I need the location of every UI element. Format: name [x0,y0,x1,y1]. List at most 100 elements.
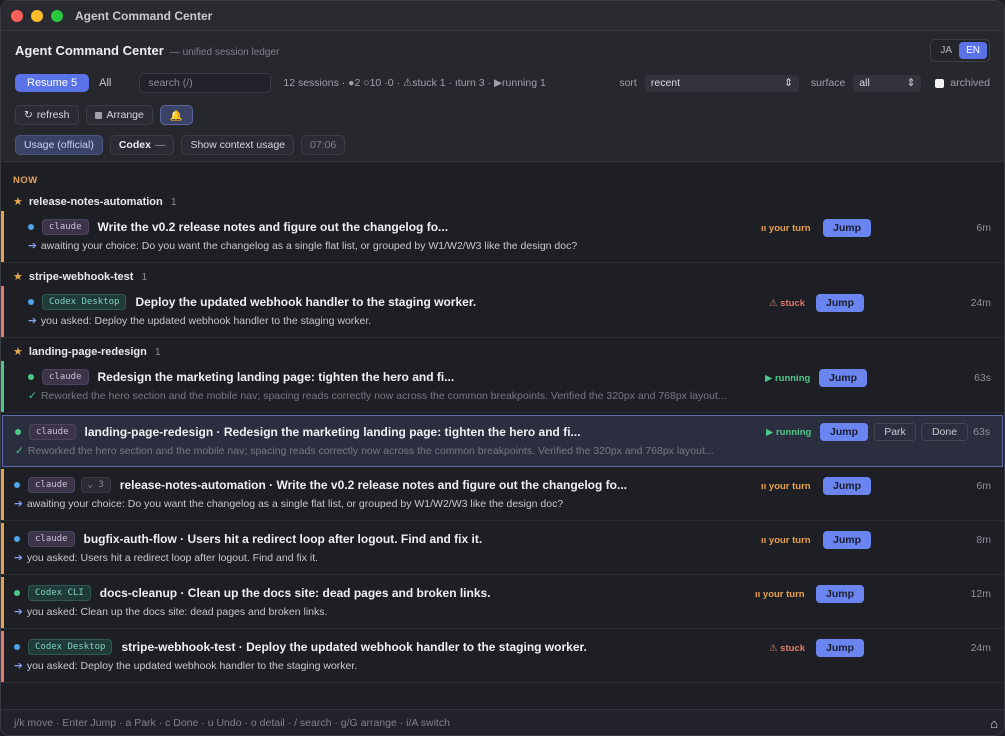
session-row[interactable]: claude ⌄ 3 release-notes-automation · Wr… [1,469,1004,521]
age: 6m [976,222,991,234]
jump-button[interactable]: Jump [823,477,871,495]
archived-label: archived [950,77,990,89]
jump-button[interactable]: Jump [816,585,864,603]
age: 24m [970,642,991,654]
age: 12m [970,588,991,600]
agent-badge: Codex Desktop [28,639,113,655]
arrow-right-icon: ➔ [14,552,23,564]
session-count-badge: ⌄ 3 [80,477,111,493]
status-label: ıı your turn [755,589,805,600]
group-header[interactable]: ★ release-notes-automation 1 [13,195,177,209]
session-row[interactable]: claude bugfix-auth-flow · Users hit a re… [1,523,1004,575]
arrow-right-icon: ➔ [28,315,37,327]
park-button[interactable]: Park [874,423,916,441]
app-name: Agent Command Center [15,43,164,58]
agent-badge: Codex Desktop [42,294,127,310]
status-label: ▶ running [766,427,812,438]
codex-label: Codex [118,139,151,151]
status-label: ıı your turn [761,535,811,546]
group-count: 1 [170,195,177,208]
age: 8m [976,534,991,546]
keyboard-hints: j/k move · Enter Jump · a Park · c Done … [1,709,1004,735]
status-dot [14,590,20,596]
done-button[interactable]: Done [921,423,968,441]
minimize-window-button[interactable] [31,9,43,22]
agent-badge: claude [29,424,76,440]
show-context-usage-button[interactable]: Show context usage [181,135,294,155]
chevron-updown-icon: ⇕ [784,77,793,89]
arrow-right-icon: ➔ [14,606,23,618]
zoom-window-button[interactable] [51,9,63,22]
codex-usage-chip[interactable]: Codex — [109,135,175,155]
codex-value: — [154,139,166,151]
surface-value: all [859,77,870,89]
star-icon: ★ [13,346,23,358]
search-input[interactable]: search (/) [139,73,272,93]
session-row[interactable]: claude Write the v0.2 release notes and … [1,211,1004,263]
session-row[interactable]: Codex CLI docs-cleanup · Clean up the do… [1,577,1004,629]
status-dot [28,224,34,230]
check-icon: ✓ [15,445,24,457]
arrange-button[interactable]: Arrange [85,105,153,125]
usage-button[interactable]: Usage (official) [15,135,103,155]
group-header[interactable]: ★ landing-page-redesign 1 [13,345,161,359]
session-title: landing-page-redesign · Redesign the mar… [84,425,581,439]
surface-select[interactable]: all ⇕ [853,74,922,92]
lang-en-button[interactable]: EN [959,42,987,59]
group-name: release-notes-automation [28,195,163,208]
session-row[interactable]: claude Redesign the marketing landing pa… [1,361,1004,413]
session-row[interactable]: Codex Desktop stripe-webhook-test · Depl… [1,631,1004,683]
close-window-button[interactable] [11,9,23,22]
jump-button[interactable]: Jump [816,294,864,312]
cursor-icon: ⌂ [990,716,998,731]
session-count: 3 [98,480,104,490]
age: 24m [970,297,991,309]
session-detail: awaiting your choice: Do you want the ch… [26,498,564,510]
resume-filter-button[interactable]: Resume 5 [15,74,90,92]
arrow-right-icon: ➔ [14,660,23,672]
sort-label: sort [619,77,637,89]
jump-button[interactable]: Jump [823,219,871,237]
group-header[interactable]: ★ stripe-webhook-test 1 [13,270,147,284]
square-icon [94,111,102,119]
bell-icon: 🔔 [169,109,183,122]
group-name: stripe-webhook-test [28,270,134,283]
section-label: NOW [13,175,38,186]
refresh-button[interactable]: ↻ refresh [15,105,79,125]
status-dot [14,536,20,542]
header: Agent Command Center — unified session l… [1,31,1004,162]
jump-button[interactable]: Jump [819,369,867,387]
all-filter-button[interactable]: All [89,74,121,92]
jump-button[interactable]: Jump [823,531,871,549]
arrange-label: Arrange [106,109,144,121]
sort-value: recent [650,77,681,89]
session-detail: Reworked the hero section and the mobile… [40,390,727,402]
session-stats: 12 sessions · ●2 ○10 ·0 · ⚠stuck 1 · ıtu… [283,77,546,89]
lang-ja-button[interactable]: JA [933,42,959,59]
status-dot [28,299,34,305]
star-icon: ★ [13,271,23,283]
notifications-button[interactable]: 🔔 [159,105,193,125]
agent-badge: claude [42,369,89,385]
session-row[interactable]: Codex Desktop Deploy the updated webhook… [1,286,1004,338]
arrow-right-icon: ➔ [28,240,37,252]
group-count: 1 [154,345,161,358]
jump-button[interactable]: Jump [816,639,864,657]
status-label: ⚠ stuck [769,643,805,654]
window-title: Agent Command Center [75,8,213,23]
archived-checkbox[interactable] [935,78,945,88]
titlebar: Agent Command Center [1,1,1004,31]
clock: 07:06 [301,135,346,155]
jump-button[interactable]: Jump [820,423,868,441]
app-subtitle: — unified session ledger [169,47,280,58]
arrow-right-icon: ➔ [14,498,23,510]
language-toggle: JA EN [930,39,990,62]
status-dot [28,374,34,380]
status-dot [14,644,20,650]
status-label: ıı your turn [761,223,811,234]
session-title: release-notes-automation · Write the v0.… [119,478,627,492]
session-row-selected[interactable]: claude landing-page-redesign · Redesign … [2,415,1003,467]
sort-select[interactable]: recent ⇕ [644,74,799,92]
session-title: Redesign the marketing landing page: tig… [97,370,455,384]
session-title: Write the v0.2 release notes and figure … [97,220,449,234]
